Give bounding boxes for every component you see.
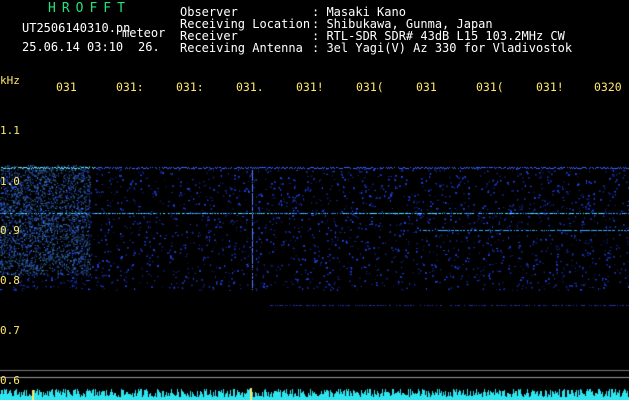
- antenna-label: Receiving Antenna: [180, 41, 303, 55]
- x-tick-label: 031!: [536, 80, 564, 94]
- y-tick-label: 0.7: [0, 324, 20, 337]
- y-tick-label: 0.8: [0, 274, 20, 287]
- mode-label: meteor: [122, 26, 166, 40]
- antenna-value: : 3el Yagi(V) Az 330 for Vladivostok: [312, 41, 573, 55]
- spectrogram: [0, 0, 629, 400]
- y-tick-label: 0.9: [0, 224, 20, 237]
- y-tick-label: 1.0: [0, 175, 20, 188]
- x-tick-label: 031(: [356, 80, 384, 94]
- y-tick-label: 0.6: [0, 374, 20, 387]
- unit-label: kHz: [0, 74, 20, 87]
- program-title: HROFFT: [48, 1, 131, 16]
- x-tick-label: 031:: [176, 80, 204, 94]
- y-tick-label: 1.1: [0, 124, 20, 137]
- x-tick-label: 0320: [594, 80, 622, 94]
- x-tick-label: 031:: [116, 80, 144, 94]
- x-tick-label: 031(: [476, 80, 504, 94]
- filename: UT2506140310.pn: [22, 21, 131, 35]
- count: 26.: [138, 40, 160, 54]
- x-tick-label: 031: [416, 80, 437, 94]
- datetime: 25.06.14 03:10: [22, 40, 124, 54]
- x-tick-label: 031.: [236, 80, 264, 94]
- x-tick-label: 031!: [296, 80, 324, 94]
- x-tick-label: 031: [56, 80, 77, 94]
